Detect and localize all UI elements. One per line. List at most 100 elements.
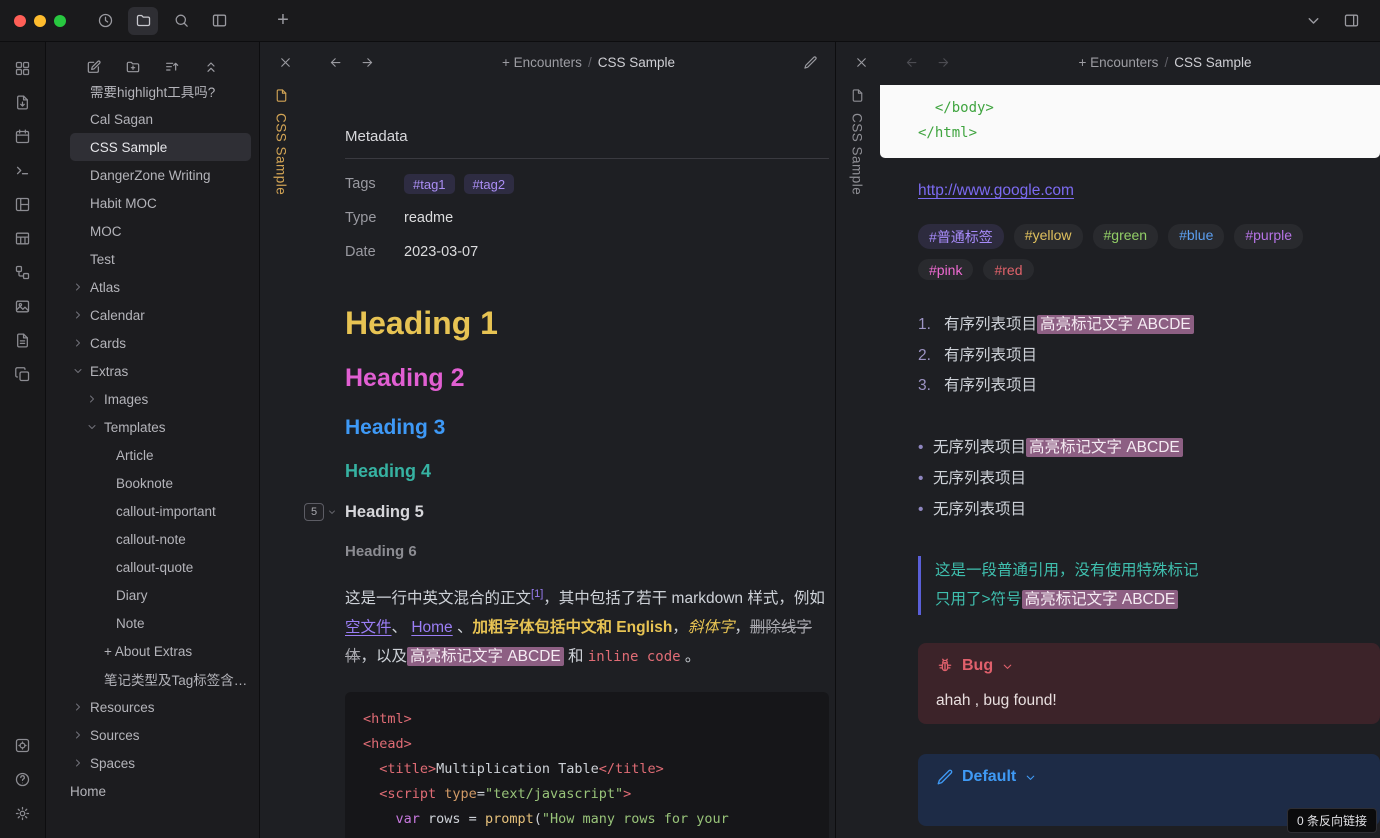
dashboard-button[interactable] (8, 53, 38, 83)
callout-bug-header[interactable]: Bug (936, 657, 1362, 675)
list-number: 1. (918, 316, 931, 333)
tree-item[interactable]: Note (96, 609, 251, 637)
tree-item[interactable]: Cal Sagan (70, 105, 251, 133)
duplicate-button[interactable] (8, 359, 38, 389)
external-link[interactable]: http://www.google.com (918, 182, 1074, 200)
breadcrumb-folder[interactable]: + Encounters (502, 55, 582, 70)
tag-pill[interactable]: #green (1092, 224, 1159, 249)
tag-pill[interactable]: #red (983, 259, 1034, 280)
tree-item[interactable]: Images (84, 385, 251, 413)
stacked-tab-right[interactable]: CSS Sample (836, 82, 878, 838)
import-file-button[interactable] (8, 87, 38, 117)
stacked-tab-left[interactable]: CSS Sample (260, 82, 302, 838)
zoom-window-button[interactable] (54, 14, 66, 27)
list-bullet: • (918, 469, 924, 487)
tree-item[interactable]: callout-note (96, 525, 251, 553)
help-button[interactable] (8, 764, 38, 794)
tree-item[interactable]: callout-quote (96, 553, 251, 581)
tree-item[interactable]: + About Extras (84, 637, 251, 665)
tag-pill[interactable]: #tag2 (463, 174, 515, 194)
tag-pill[interactable]: #pink (918, 259, 974, 280)
folder-icon (135, 12, 152, 29)
calendar-button[interactable] (8, 121, 38, 151)
forward-button[interactable] (930, 49, 956, 75)
tree-item[interactable]: 笔记类型及Tag标签含… (84, 665, 251, 693)
breadcrumb-file[interactable]: CSS Sample (598, 55, 675, 70)
tree-item[interactable]: Resources (70, 693, 251, 721)
chevron-right-icon (70, 337, 86, 349)
back-button[interactable] (322, 49, 348, 75)
tree-item[interactable]: Test (70, 245, 251, 273)
stacked-tab-title[interactable]: CSS Sample (850, 113, 865, 195)
fold-indicator[interactable]: 5 (304, 503, 337, 521)
tree-item[interactable]: CSS Sample (70, 133, 251, 161)
close-tab-button[interactable] (272, 49, 298, 75)
files-button[interactable] (128, 6, 158, 35)
pane-left-body: CSS Sample Metadata Tags #tag1 #tag2 Type… (260, 82, 835, 838)
code-line: <title>Multiplication Table</title> (379, 761, 664, 777)
list-item-text: 有序列表项目 (944, 346, 1038, 364)
tree-item-label: Test (90, 251, 115, 267)
terminal-button[interactable] (8, 155, 38, 185)
history-button[interactable] (90, 7, 120, 35)
tab-list-button[interactable] (1298, 7, 1328, 35)
code-block: <html> <head> <title>Multiplication Table… (345, 692, 829, 838)
tree-item[interactable]: DangerZone Writing (70, 161, 251, 189)
back-button[interactable] (898, 49, 924, 75)
tree-item[interactable]: Home (46, 777, 251, 805)
tree-item[interactable]: Templates (84, 413, 251, 441)
tree-item[interactable]: Calendar (70, 301, 251, 329)
tree-item[interactable]: Cards (70, 329, 251, 357)
heading-1: Heading 1 (345, 305, 498, 341)
chevron-down-icon (1024, 771, 1037, 784)
image-button[interactable] (8, 291, 38, 321)
tree-item[interactable]: Extras (70, 357, 251, 385)
tree-item-label: Diary (116, 587, 148, 603)
tree-item[interactable]: 需要highlight工具吗? (70, 77, 251, 105)
tag-pill[interactable]: #普通标签 (918, 224, 1004, 249)
tag-pill[interactable]: #blue (1168, 224, 1225, 249)
edit-mode-button[interactable] (797, 49, 823, 75)
tag-pill[interactable]: #purple (1234, 224, 1304, 249)
tag-pill[interactable]: #tag1 (404, 174, 455, 194)
close-tab-button[interactable] (848, 49, 874, 75)
chevron-right-icon (70, 729, 86, 741)
new-tab-button[interactable]: + (268, 7, 298, 35)
backlinks-badge[interactable]: 0 条反向链接 (1286, 808, 1377, 833)
breadcrumb-file[interactable]: CSS Sample (1174, 55, 1251, 70)
gear-icon (14, 805, 31, 822)
chevron-right-icon (70, 281, 86, 293)
templates-button[interactable] (8, 325, 38, 355)
minimize-window-button[interactable] (34, 14, 46, 27)
tree-item[interactable]: MOC (70, 217, 251, 245)
tree-item[interactable]: Sources (70, 721, 251, 749)
tree-item[interactable]: Atlas (70, 273, 251, 301)
callout-default-header[interactable]: Default (936, 768, 1362, 786)
close-window-button[interactable] (14, 14, 26, 27)
fold-line-badge[interactable]: 5 (304, 503, 324, 521)
window-controls (10, 14, 86, 27)
forward-button[interactable] (354, 49, 380, 75)
metadata-heading: Metadata (345, 128, 408, 145)
settings-button[interactable] (8, 798, 38, 828)
breadcrumb: + Encounters / CSS Sample (962, 55, 1368, 70)
vault-switcher-button[interactable] (8, 730, 38, 760)
table-button[interactable] (8, 223, 38, 253)
tree-item[interactable]: Article (96, 441, 251, 469)
tree-item[interactable]: Diary (96, 581, 251, 609)
tree-item[interactable]: callout-important (96, 497, 251, 525)
tree-item[interactable]: Booknote (96, 469, 251, 497)
breadcrumb-folder[interactable]: + Encounters (1079, 55, 1159, 70)
workspace-layout-button[interactable] (204, 7, 234, 35)
right-sidebar-toggle-button[interactable] (1336, 7, 1366, 35)
stacked-tab-title[interactable]: CSS Sample (274, 113, 289, 195)
tag-pill[interactable]: #yellow (1013, 224, 1083, 249)
tree-item-label: Article (116, 447, 154, 463)
tree-item[interactable]: Habit MOC (70, 189, 251, 217)
canvas-button[interactable] (8, 257, 38, 287)
search-button[interactable] (166, 7, 196, 35)
tree-item-label: Booknote (116, 475, 174, 491)
tree-item[interactable]: Spaces (70, 749, 251, 777)
metadata-row-type: Type readme (345, 201, 829, 235)
kanban-button[interactable] (8, 189, 38, 219)
